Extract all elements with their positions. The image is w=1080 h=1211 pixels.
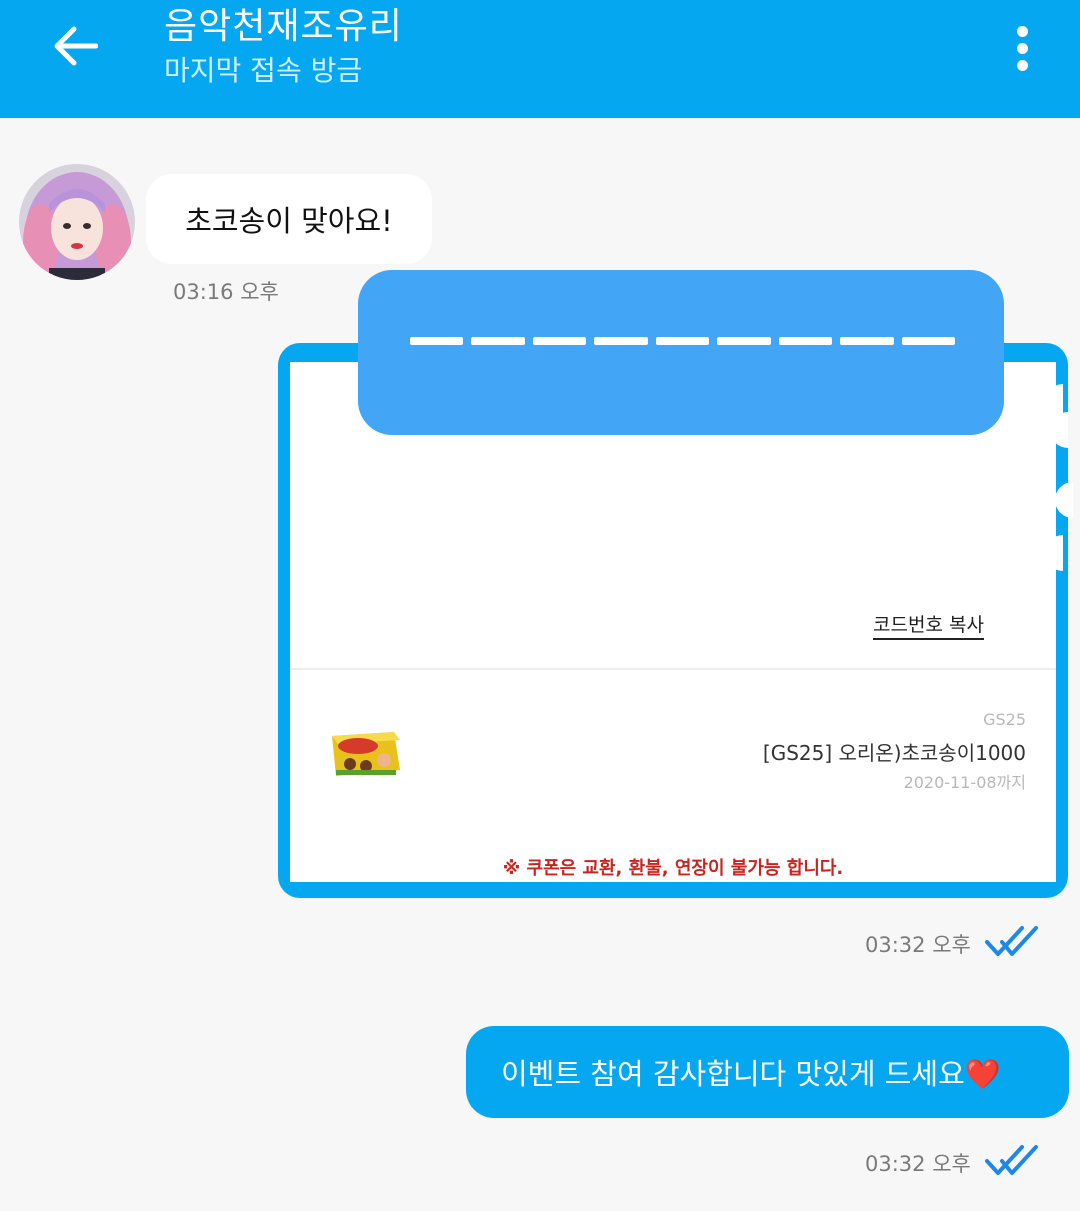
last-seen-status: 마지막 접속 방금 [164, 54, 363, 87]
incoming-message-bubble[interactable]: 초코송이 맞아요! [146, 174, 432, 264]
redaction-overlay [358, 270, 1004, 435]
product-thumbnail [328, 728, 402, 778]
coupon-divider [290, 668, 1056, 670]
chat-title[interactable]: 음악천재조유리 [164, 4, 403, 50]
arrow-left-icon [54, 26, 98, 66]
message-timestamp: 03:16 오후 [173, 280, 279, 304]
avatar[interactable] [19, 164, 135, 280]
outgoing-message-bubble[interactable]: 이벤트 참여 감사합니다 맛있게 드세요❤️ [466, 1026, 1069, 1118]
app-bar: 음악천재조유리 마지막 접속 방금 [0, 0, 1080, 118]
coupon-expiry: 2020-11-08까지 [903, 773, 1026, 792]
more-vertical-icon [1016, 25, 1028, 37]
copy-code-link[interactable]: 코드번호 복사 [873, 610, 984, 640]
message-timestamp: 03:32 오후 [865, 1152, 971, 1176]
back-button[interactable] [40, 18, 110, 74]
double-check-icon [985, 1145, 1038, 1175]
coupon-brand: GS25 [983, 710, 1026, 729]
more-menu-button[interactable] [1002, 20, 1042, 76]
avatar-image [19, 164, 135, 280]
redaction-dashes [410, 337, 955, 345]
coupon-product-name: [GS25] 오리온)초코송이1000 [762, 741, 1026, 765]
message-timestamp: 03:32 오후 [865, 933, 971, 957]
coupon-notice: ※ 쿠폰은 교환, 환불, 연장이 불가능 합니다. [502, 858, 844, 879]
double-check-icon [985, 926, 1038, 956]
